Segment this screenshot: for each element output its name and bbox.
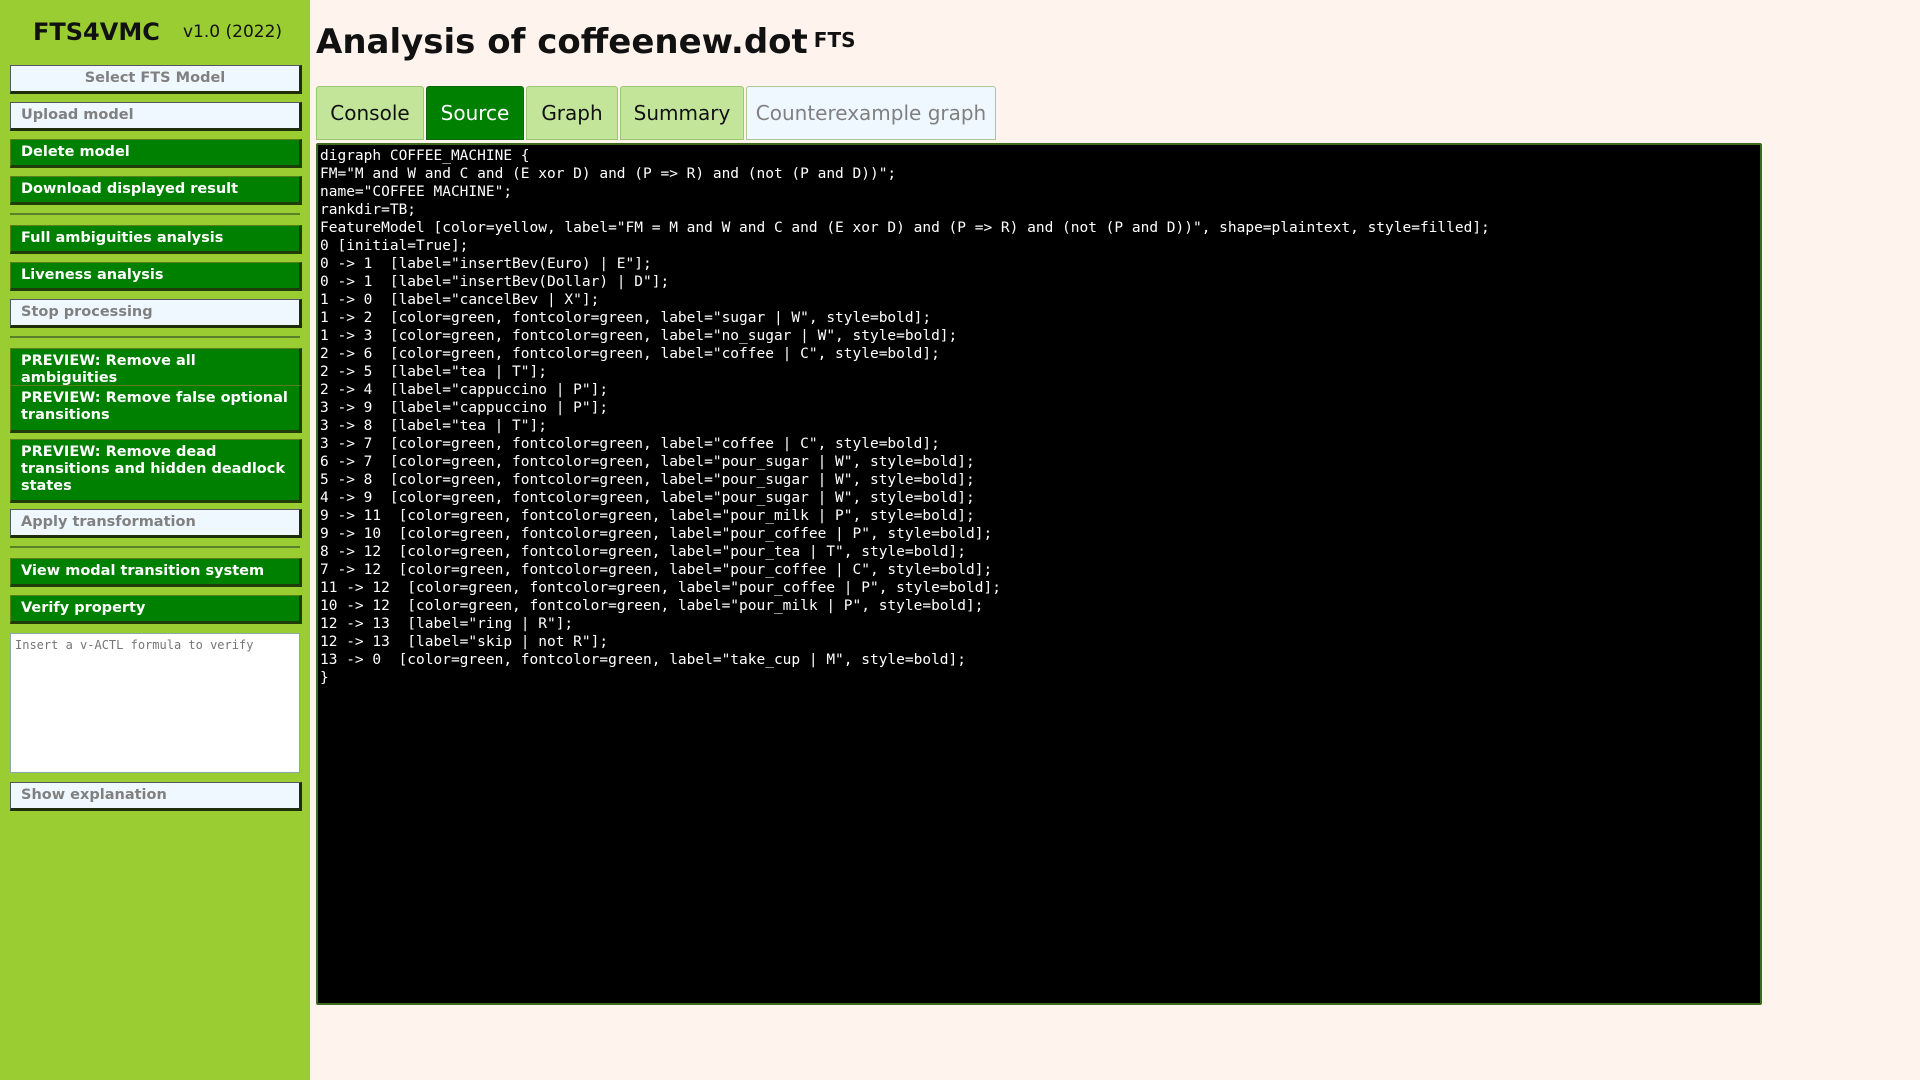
source-line: 0 -> 1 [label="insertBev(Euro) | E"]; — [320, 256, 652, 272]
source-line: 12 -> 13 [label="ring | R"]; — [320, 616, 574, 632]
source-line: 13 -> 0 [color=green, fontcolor=green, l… — [320, 652, 967, 668]
formula-input[interactable] — [10, 633, 300, 773]
page-title: Analysis of coffeenew.dot FTS — [316, 22, 856, 62]
source-line: 1 -> 0 [label="cancelBev | X"]; — [320, 292, 600, 308]
upload-model-button[interactable]: Upload model — [10, 102, 302, 131]
full-ambiguities-button[interactable]: Full ambiguities analysis — [10, 225, 302, 254]
select-fts-model-button[interactable]: Select FTS Model — [10, 65, 302, 94]
source-line: 0 -> 1 [label="insertBev(Dollar) | D"]; — [320, 274, 670, 290]
source-line: rankdir=TB; — [320, 202, 417, 218]
page-title-suffix: FTS — [813, 28, 856, 52]
source-line: name="COFFEE MACHINE"; — [320, 184, 513, 200]
source-line: 3 -> 8 [label="tea | T"]; — [320, 418, 547, 434]
delete-model-button[interactable]: Delete model — [10, 139, 302, 168]
source-line: 3 -> 7 [color=green, fontcolor=green, la… — [320, 436, 940, 452]
sidebar: FTS4VMC v1.0 (2022) Select FTS Model Upl… — [0, 0, 310, 1080]
source-line: 7 -> 12 [color=green, fontcolor=green, l… — [320, 562, 993, 578]
source-line: digraph COFFEE_MACHINE { — [320, 148, 530, 164]
source-line: 6 -> 7 [color=green, fontcolor=green, la… — [320, 454, 975, 470]
tab-summary[interactable]: Summary — [620, 86, 744, 140]
source-line: 11 -> 12 [color=green, fontcolor=green, … — [320, 580, 1001, 596]
source-line: 2 -> 4 [label="cappuccino | P"]; — [320, 382, 609, 398]
source-line: FM="M and W and C and (E xor D) and (P =… — [320, 166, 897, 182]
source-line: 4 -> 9 [color=green, fontcolor=green, la… — [320, 490, 975, 506]
source-line: 1 -> 2 [color=green, fontcolor=green, la… — [320, 310, 932, 326]
tab-source[interactable]: Source — [426, 86, 524, 140]
source-line: 5 -> 8 [color=green, fontcolor=green, la… — [320, 472, 975, 488]
show-explanation-button[interactable]: Show explanation — [10, 782, 302, 811]
app-version: v1.0 (2022) — [183, 22, 283, 42]
source-code-view[interactable]: digraph COFFEE_MACHINE { FM="M and W and … — [316, 143, 1762, 1005]
preview-remove-dead-transitions-button[interactable]: PREVIEW: Remove dead transitions and hid… — [10, 439, 302, 503]
page-title-text: Analysis of coffeenew.dot — [316, 22, 808, 62]
sidebar-divider — [10, 336, 300, 338]
apply-transformation-button[interactable]: Apply transformation — [10, 509, 302, 538]
stop-processing-button[interactable]: Stop processing — [10, 299, 302, 328]
source-line: 10 -> 12 [color=green, fontcolor=green, … — [320, 598, 984, 614]
source-line: 2 -> 5 [label="tea | T"]; — [320, 364, 547, 380]
preview-remove-false-optional-button[interactable]: PREVIEW: Remove false optional transitio… — [10, 385, 302, 433]
source-line: 2 -> 6 [color=green, fontcolor=green, la… — [320, 346, 940, 362]
source-line: 3 -> 9 [label="cappuccino | P"]; — [320, 400, 609, 416]
tab-console[interactable]: Console — [316, 86, 424, 140]
source-line: 12 -> 13 [label="skip | not R"]; — [320, 634, 609, 650]
source-line: 8 -> 12 [color=green, fontcolor=green, l… — [320, 544, 967, 560]
download-result-button[interactable]: Download displayed result — [10, 176, 302, 205]
tab-counterexample-graph[interactable]: Counterexample graph — [746, 86, 996, 140]
view-mts-button[interactable]: View modal transition system — [10, 558, 302, 587]
verify-property-button[interactable]: Verify property — [10, 595, 302, 624]
source-line: FeatureModel [color=yellow, label="FM = … — [320, 220, 1490, 236]
sidebar-divider — [10, 546, 300, 548]
source-line: 9 -> 11 [color=green, fontcolor=green, l… — [320, 508, 975, 524]
source-line: 9 -> 10 [color=green, fontcolor=green, l… — [320, 526, 993, 542]
source-line: 0 [initial=True]; — [320, 238, 469, 254]
tab-graph[interactable]: Graph — [526, 86, 618, 140]
source-line: 1 -> 3 [color=green, fontcolor=green, la… — [320, 328, 958, 344]
source-line: } — [320, 670, 329, 686]
app-brand: FTS4VMC — [33, 18, 160, 46]
liveness-analysis-button[interactable]: Liveness analysis — [10, 262, 302, 291]
sidebar-divider — [10, 213, 300, 215]
